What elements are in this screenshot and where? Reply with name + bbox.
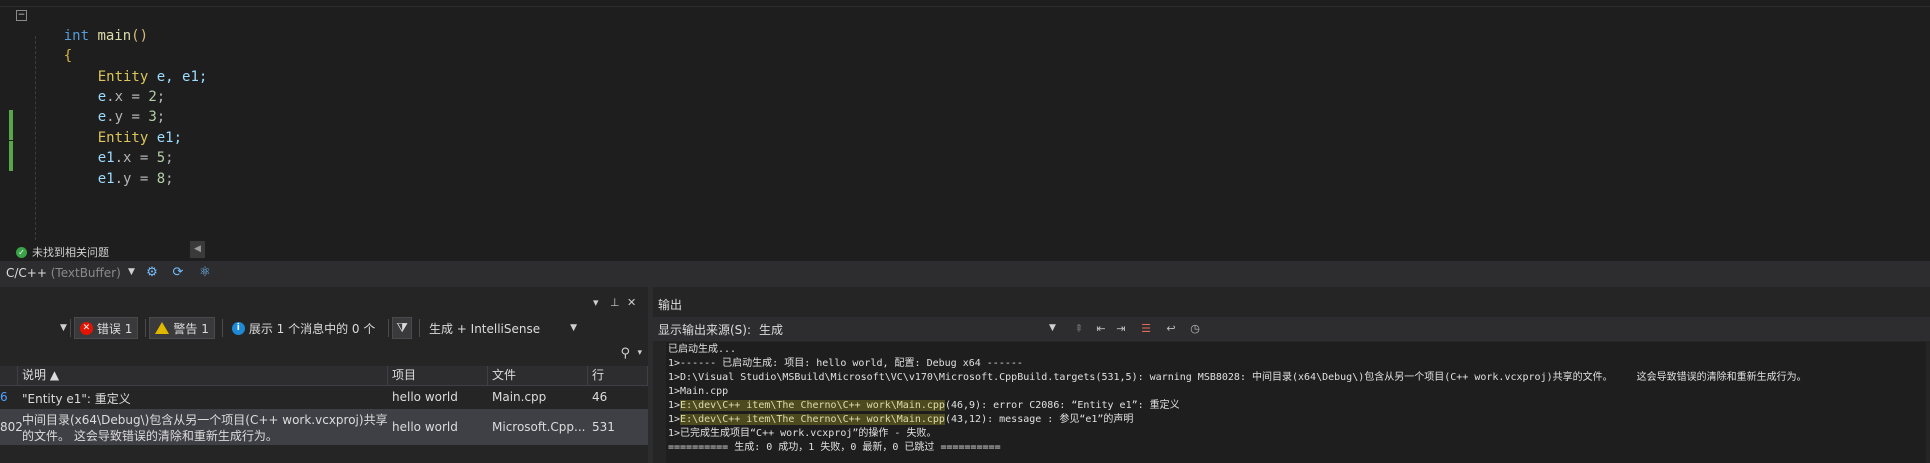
error-list-toolbar: ▼ ✕ 错误 1 警告 1 i 展示 1 个消息中的 0 个 ⧩ 生成 + In…: [0, 314, 648, 342]
separator: [69, 319, 71, 337]
code-line-7[interactable]: e1.x = 5;: [64, 128, 174, 166]
output-source-dropdown[interactable]: 显示输出来源(S): 生成: [658, 320, 1058, 338]
timestamp-icon[interactable]: ◷: [1187, 321, 1203, 337]
scope-dropdown-caret[interactable]: ▼: [60, 323, 67, 333]
output-title: 输出: [658, 298, 683, 312]
column-header-line[interactable]: 行: [588, 366, 648, 385]
column-header-code[interactable]: [0, 366, 18, 385]
code-editor[interactable]: − int main() { Entity e, e1; e.x = 2; e.…: [0, 0, 1930, 261]
column-header-description[interactable]: 说明 ▲: [18, 366, 388, 385]
editor-top-border: [0, 6, 1930, 7]
change-marker: [9, 141, 13, 171]
output-text[interactable]: 已启动生成... 1>------ 已启动生成: 项目: hello world…: [666, 342, 1926, 463]
error-icon: ✕: [79, 321, 93, 335]
language-dropdown[interactable]: C/C++ (TextBuffer): [6, 266, 121, 280]
file-link: E:\dev\C++ item\The Cherno\C++ work\Main…: [680, 414, 945, 425]
table-row[interactable]: 6 "Entity e1": 重定义 hello world Main.cpp …: [0, 386, 648, 408]
output-panel: 输出 显示输出来源(S): 生成 ▼ ⇞ ⇤ ⇥ ☰ ↩ ◷ 已启动生成... …: [653, 287, 1930, 463]
code-line-4[interactable]: e.x = 2;: [64, 67, 165, 105]
separator: [221, 319, 223, 337]
issues-indicator[interactable]: ✓ 未找到相关问题: [16, 244, 109, 260]
info-icon: i: [231, 321, 245, 335]
code-line-3[interactable]: Entity e, e1;: [64, 47, 208, 85]
search-icon[interactable]: ⚲: [620, 346, 630, 361]
separator: [388, 319, 390, 337]
warnings-filter-button[interactable]: 警告 1: [149, 317, 215, 339]
editor-navigation-bar: C/C++ (TextBuffer) ▼ ⚙ ⟳ ⚛: [0, 261, 1930, 287]
separator: [145, 319, 147, 337]
issues-text: 未找到相关问题: [32, 246, 109, 259]
message-output-line[interactable]: 1>E:\dev\C++ item\The Cherno\C++ work\Ma…: [668, 414, 1133, 426]
code-analysis-icon[interactable]: ⚛: [197, 265, 213, 281]
code-line-6[interactable]: Entity e1;: [64, 108, 182, 146]
errors-filter-button[interactable]: ✕ 错误 1: [73, 317, 139, 339]
code-line-5[interactable]: e.y = 3;: [64, 87, 165, 125]
change-marker: [9, 110, 13, 140]
filter-button[interactable]: ⧩: [392, 317, 412, 339]
chevron-down-icon[interactable]: ▼: [128, 267, 135, 277]
output-toolbar: 显示输出来源(S): 生成 ▼ ⇞ ⇤ ⇥ ☰ ↩ ◷: [653, 317, 1930, 341]
chevron-down-icon[interactable]: ▾: [637, 348, 642, 358]
code-line-2[interactable]: {: [30, 26, 72, 64]
pin-icon[interactable]: ⊥: [610, 296, 620, 309]
build-filter-dropdown[interactable]: 生成 + IntelliSense ▼: [429, 320, 577, 337]
previous-message-icon[interactable]: ⇤: [1093, 321, 1109, 337]
code-line-1[interactable]: int main(): [30, 6, 148, 44]
file-link: E:\dev\C++ item\The Cherno\C++ work\Main…: [680, 400, 945, 411]
warning-icon: [155, 322, 170, 334]
messages-filter-button[interactable]: i 展示 1 个消息中的 0 个: [226, 317, 382, 339]
chevron-down-icon: ▼: [570, 323, 578, 333]
bottom-panels: ▾ ⊥ ✕ ▼ ✕ 错误 1 警告 1 i 展示 1 个消息中的 0 个 ⧩ 生…: [0, 287, 1930, 463]
separator: [418, 319, 420, 337]
search-row[interactable]: ⚲ ▾: [0, 343, 648, 365]
window-position-icon[interactable]: ▾: [593, 296, 599, 309]
chevron-down-icon[interactable]: ▼: [1049, 323, 1056, 333]
clear-all-icon[interactable]: ☰: [1138, 321, 1154, 337]
find-message-icon[interactable]: ⇞: [1071, 321, 1087, 337]
next-message-icon[interactable]: ⇥: [1113, 321, 1129, 337]
sync-icon[interactable]: ⟳: [170, 265, 186, 281]
scroll-left-button[interactable]: ◀: [190, 241, 205, 258]
check-icon: ✓: [16, 246, 27, 258]
close-icon[interactable]: ✕: [627, 296, 636, 309]
code-line-8[interactable]: e1.y = 8;: [64, 149, 174, 187]
settings-icon[interactable]: ⚙: [144, 265, 160, 281]
error-output-line[interactable]: 1>E:\dev\C++ item\The Cherno\C++ work\Ma…: [668, 400, 1180, 412]
filter-icon: ⧩: [396, 320, 408, 336]
table-row[interactable]: 802 中间目录(x64\Debug\)包含从另一个项目(C++ work.vc…: [0, 409, 648, 445]
word-wrap-icon[interactable]: ↩: [1163, 321, 1179, 337]
column-header-project[interactable]: 项目: [388, 366, 488, 385]
collapse-icon[interactable]: −: [16, 10, 27, 21]
error-list-panel: ▾ ⊥ ✕ ▼ ✕ 错误 1 警告 1 i 展示 1 个消息中的 0 个 ⧩ 生…: [0, 287, 648, 463]
column-header-file[interactable]: 文件: [488, 366, 588, 385]
